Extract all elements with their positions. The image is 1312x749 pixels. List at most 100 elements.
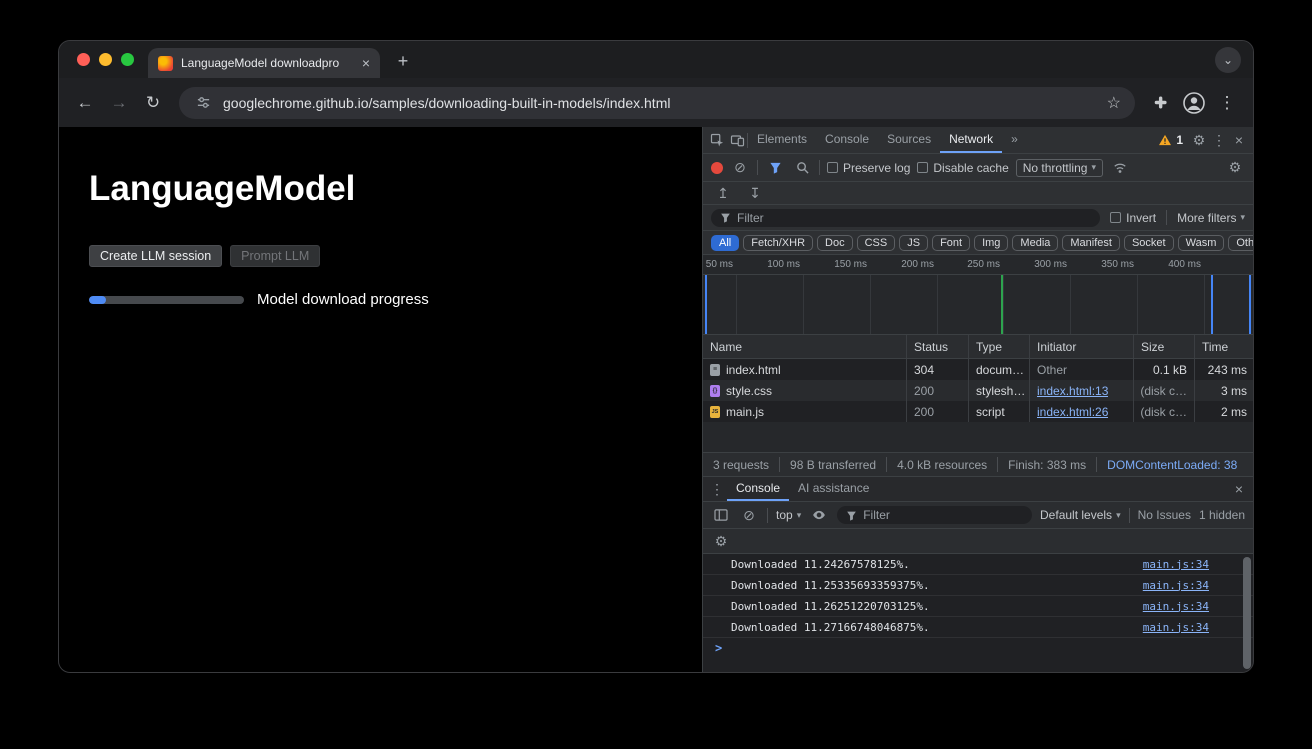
- drawer-tab-ai-assistance[interactable]: AI assistance: [789, 477, 878, 501]
- column-header-status[interactable]: Status: [907, 335, 969, 358]
- column-header-type[interactable]: Type: [969, 335, 1030, 358]
- network-conditions-icon[interactable]: [1110, 158, 1130, 178]
- address-bar[interactable]: googlechrome.github.io/samples/downloadi…: [179, 87, 1135, 119]
- chip-other[interactable]: Other: [1228, 235, 1253, 251]
- forward-button[interactable]: →: [105, 89, 133, 117]
- gridline: [1003, 275, 1004, 334]
- network-request-row[interactable]: main.js 200 script index.html:26 (disk c…: [703, 401, 1253, 422]
- browser-menu-kebab-icon[interactable]: ⋮: [1213, 89, 1241, 117]
- initiator-link[interactable]: index.html:13: [1037, 384, 1108, 398]
- inspect-element-icon[interactable]: [707, 130, 727, 150]
- column-header-name[interactable]: Name: [703, 335, 907, 358]
- console-settings-gear-icon[interactable]: ⚙: [711, 531, 731, 551]
- stylesheet-file-icon: [710, 385, 720, 397]
- hidden-messages-count[interactable]: 1 hidden: [1199, 508, 1245, 522]
- chip-font[interactable]: Font: [932, 235, 970, 251]
- chip-img[interactable]: Img: [974, 235, 1008, 251]
- devtools-tab-sources[interactable]: Sources: [878, 127, 940, 153]
- chip-js[interactable]: JS: [899, 235, 928, 251]
- chip-css[interactable]: CSS: [857, 235, 896, 251]
- script-file-icon: [710, 406, 720, 418]
- drawer-tab-console[interactable]: Console: [727, 477, 789, 501]
- record-network-log-button[interactable]: [711, 162, 723, 174]
- devtools-kebab-icon[interactable]: ⋮: [1209, 130, 1229, 150]
- console-source-link[interactable]: main.js:34: [1143, 558, 1209, 571]
- tab-close-icon[interactable]: ×: [362, 56, 370, 70]
- disable-cache-checkbox[interactable]: Disable cache: [917, 161, 1008, 175]
- initiator-link[interactable]: index.html:26: [1037, 405, 1108, 419]
- model-download-progressbar: [89, 296, 244, 304]
- har-row: ↥ ↧: [703, 182, 1253, 205]
- export-har-icon[interactable]: ↧: [745, 183, 765, 203]
- invert-checkbox[interactable]: Invert: [1110, 211, 1156, 225]
- console-sidebar-icon[interactable]: [711, 505, 731, 525]
- divider: [767, 508, 768, 523]
- chip-manifest[interactable]: Manifest: [1062, 235, 1120, 251]
- create-llm-session-button[interactable]: Create LLM session: [89, 245, 222, 267]
- column-header-time[interactable]: Time: [1195, 335, 1254, 358]
- chip-media[interactable]: Media: [1012, 235, 1058, 251]
- prompt-llm-button[interactable]: Prompt LLM: [230, 245, 320, 267]
- devtools-tab-console[interactable]: Console: [816, 127, 878, 153]
- log-levels-select[interactable]: Default levels ▾: [1040, 508, 1121, 522]
- profile-avatar[interactable]: [1181, 90, 1207, 116]
- console-filter-input[interactable]: Filter: [837, 506, 1032, 524]
- device-toolbar-icon[interactable]: [727, 130, 747, 150]
- tick-label: 50 ms: [703, 259, 733, 270]
- console-message-text: Downloaded 11.27166748046875%.: [731, 621, 930, 634]
- console-source-link[interactable]: main.js:34: [1143, 621, 1209, 634]
- more-filters-dropdown[interactable]: More filters ▾: [1177, 211, 1245, 225]
- bookmark-star-icon[interactable]: ☆: [1107, 93, 1121, 113]
- window-zoom-button[interactable]: [121, 53, 134, 66]
- chip-doc[interactable]: Doc: [817, 235, 853, 251]
- preserve-log-checkbox[interactable]: Preserve log: [827, 161, 910, 175]
- issues-status[interactable]: No Issues: [1138, 508, 1191, 522]
- chip-wasm[interactable]: Wasm: [1178, 235, 1225, 251]
- site-info-icon[interactable]: [193, 93, 213, 113]
- more-panels-icon[interactable]: »: [1002, 127, 1027, 153]
- network-settings-gear-icon[interactable]: ⚙: [1225, 158, 1245, 178]
- browser-tab[interactable]: LanguageModel downloadpro ×: [148, 48, 380, 78]
- devtools-settings-gear-icon[interactable]: ⚙: [1189, 130, 1209, 150]
- request-type: script: [969, 401, 1030, 422]
- drawer-tabbar: ⋮ Console AI assistance ×: [703, 477, 1253, 502]
- drawer-close-icon[interactable]: ×: [1229, 479, 1249, 499]
- network-filter-input[interactable]: Filter: [711, 209, 1100, 227]
- devtools-tab-elements[interactable]: Elements: [748, 127, 816, 153]
- column-header-size[interactable]: Size: [1134, 335, 1195, 358]
- clear-console-icon[interactable]: ⊘: [739, 505, 759, 525]
- filter-toggle-icon[interactable]: [765, 158, 785, 178]
- clear-network-log-icon[interactable]: ⊘: [730, 158, 750, 178]
- console-source-link[interactable]: main.js:34: [1143, 600, 1209, 613]
- console-prompt[interactable]: >: [703, 638, 1253, 658]
- console-message-text: Downloaded 11.25335693359375%.: [731, 579, 930, 592]
- import-har-icon[interactable]: ↥: [713, 183, 733, 203]
- request-type-chips: All Fetch/XHR Doc CSS JS Font Img Media …: [703, 231, 1253, 255]
- console-scrollbar[interactable]: [1243, 557, 1251, 669]
- extensions-icon[interactable]: [1147, 89, 1175, 117]
- scrollbar-thumb[interactable]: [1243, 557, 1251, 669]
- throttling-select[interactable]: No throttling ▾: [1016, 159, 1103, 177]
- chip-socket[interactable]: Socket: [1124, 235, 1174, 251]
- window-minimize-button[interactable]: [99, 53, 112, 66]
- request-status: 200: [907, 380, 969, 401]
- column-header-initiator[interactable]: Initiator: [1030, 335, 1134, 358]
- drawer-kebab-icon[interactable]: ⋮: [707, 479, 727, 499]
- new-tab-button[interactable]: +: [390, 48, 416, 74]
- javascript-context-select[interactable]: top ▾: [776, 508, 801, 522]
- issues-warning-button[interactable]: 1: [1152, 133, 1189, 147]
- console-source-link[interactable]: main.js:34: [1143, 579, 1209, 592]
- network-search-icon[interactable]: [792, 158, 812, 178]
- chip-fetch-xhr[interactable]: Fetch/XHR: [743, 235, 813, 251]
- network-request-row[interactable]: style.css 200 stylesh… index.html:13 (di…: [703, 380, 1253, 401]
- live-expression-eye-icon[interactable]: [809, 505, 829, 525]
- tick-label: 400 ms: [1155, 259, 1201, 270]
- network-request-row[interactable]: index.html 304 docum… Other 0.1 kB 243 m…: [703, 359, 1253, 380]
- chip-all[interactable]: All: [711, 235, 739, 251]
- tab-search-button[interactable]: ⌄: [1215, 47, 1241, 73]
- reload-button[interactable]: ↻: [139, 89, 167, 117]
- devtools-tab-network[interactable]: Network: [940, 127, 1002, 153]
- back-button[interactable]: ←: [71, 89, 99, 117]
- devtools-close-icon[interactable]: ×: [1229, 130, 1249, 150]
- window-close-button[interactable]: [77, 53, 90, 66]
